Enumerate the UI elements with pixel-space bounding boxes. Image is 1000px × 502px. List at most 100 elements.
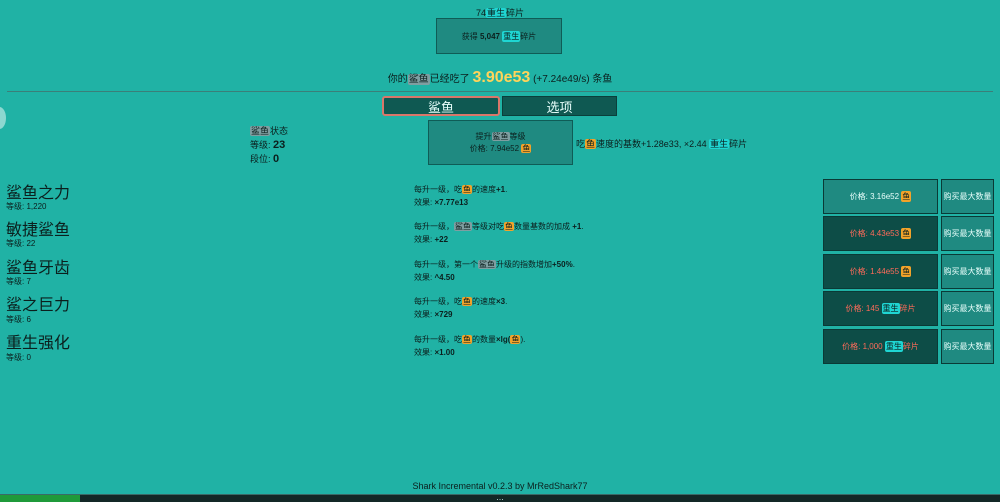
- fish-amount: 3.90e53: [472, 69, 531, 86]
- upgrade-buy-button[interactable]: 价格: 1.44e55 鱼: [823, 254, 938, 289]
- rebirth-tag: 重生: [881, 303, 900, 314]
- upgrade-effect: 效果: ×7.77e13: [414, 197, 468, 208]
- desc-mid: 速度的基数+1.28e33, ×2.44: [596, 139, 707, 149]
- desc-text: .: [581, 222, 584, 231]
- shark-tier-row: 段位: 0: [250, 152, 288, 166]
- level-up-price: 价格: 7.94e52 鱼: [470, 143, 532, 155]
- fish-line-prefix: 你的: [387, 74, 408, 85]
- upgrade-description: 每升一级，鲨鱼等级对吃鱼数量基数的加成 +1.: [414, 221, 584, 232]
- effect-value: ×729: [434, 310, 453, 319]
- tier-value: 0: [273, 153, 280, 165]
- fish-line-suffix: 条鱼: [592, 74, 613, 85]
- shark-level-row: 等级: 23: [250, 138, 288, 152]
- upgrade-level: 等级: 0: [6, 353, 31, 362]
- upgrade-name: 重生强化: [6, 335, 71, 352]
- buy-max-button[interactable]: 购买最大数量: [941, 291, 994, 326]
- price-text: 价格: 145: [845, 304, 880, 313]
- buy-max-button[interactable]: 购买最大数量: [941, 179, 994, 214]
- upgrade-buy-button[interactable]: 价格: 3.16e52 鱼: [823, 179, 938, 214]
- desc-bold: ×lg(: [496, 335, 511, 344]
- upgrade-level: 等级: 22: [6, 239, 36, 248]
- upgrade-description: 每升一级，第一个鲨鱼升级的指数增加+50%.: [414, 259, 575, 270]
- upgrade-description: 每升一级，吃鱼的数量×lg(鱼).: [414, 334, 525, 345]
- desc-text: 每升一级，吃: [414, 335, 462, 344]
- fish-eaten-summary: 你的鲨鱼已经吃了 3.90e53 (+7.24e49/s) 条鱼: [0, 69, 1000, 87]
- upgrade-buy-button[interactable]: 价格: 1,000 重生 碎片: [823, 329, 938, 364]
- side-panel-handle[interactable]: [0, 107, 6, 129]
- fish-tag: 鱼: [462, 185, 472, 194]
- level-up-title: 提升鲨鱼等级: [476, 131, 526, 143]
- desc-suffix: 碎片: [729, 139, 748, 149]
- desc-bold: ×3: [496, 297, 506, 306]
- effect-value: ×7.77e13: [434, 198, 469, 207]
- effect-label: 效果:: [414, 310, 435, 319]
- upgrade-description: 每升一级，吃鱼的速度×3.: [414, 296, 507, 307]
- price-text: 价格: 1.44e55: [849, 267, 900, 276]
- shark-tag: 鲨鱼: [250, 126, 271, 136]
- tab-options[interactable]: 选项: [502, 96, 617, 116]
- upgrade-level: 等级: 6: [6, 315, 31, 324]
- fish-tag: 鱼: [901, 228, 912, 239]
- fish-tag: 鱼: [462, 297, 472, 306]
- rebirth-tag: 重生: [884, 341, 903, 352]
- upgrade-buy-button[interactable]: 价格: 4.43e53 鱼: [823, 216, 938, 251]
- level-up-description: 吃鱼速度的基数+1.28e33, ×2.44 重生碎片: [576, 137, 747, 150]
- desc-bold: +1: [496, 185, 506, 194]
- shark-tag: 鲨鱼: [478, 260, 496, 269]
- price-value: 7.94e52: [490, 143, 520, 153]
- shark-tag: 鲨鱼: [454, 222, 472, 231]
- desc-bold: +1: [572, 222, 582, 231]
- shark-status-panel: 鲨鱼状态 等级: 23 段位: 0: [250, 124, 288, 166]
- buy-max-button[interactable]: 购买最大数量: [941, 216, 994, 251]
- upgrade-effect: 效果: ^4.50: [414, 272, 455, 283]
- desc-text: .: [505, 297, 508, 306]
- upgrade-name: 鲨鱼之力: [6, 185, 71, 202]
- desc-text: 升级的指数增加: [496, 260, 552, 269]
- shards-amount: 74: [475, 8, 486, 18]
- desc-text: 每升一级，吃: [414, 297, 462, 306]
- upgrade-effect: 效果: ×729: [414, 309, 452, 320]
- desc-bold: +50%: [552, 260, 573, 269]
- effect-value: ^4.50: [434, 273, 455, 282]
- desc-text: .: [572, 260, 575, 269]
- desc-text: .: [505, 185, 508, 194]
- rebirth-button-prefix: 获得: [461, 31, 478, 41]
- tier-label: 段位:: [250, 154, 271, 164]
- level-up-shark-button[interactable]: 提升鲨鱼等级 价格: 7.94e52 鱼: [428, 120, 573, 165]
- desc-text: 每升一级，吃: [414, 185, 462, 194]
- effect-value: +22: [434, 235, 449, 244]
- buy-max-button[interactable]: 购买最大数量: [941, 329, 994, 364]
- rebirth-tag: 重生: [485, 8, 506, 18]
- fish-tag: 鱼: [901, 191, 912, 202]
- effect-label: 效果:: [414, 235, 435, 244]
- status-title-suffix: 状态: [270, 126, 289, 136]
- upgrade-effect: 效果: +22: [414, 234, 448, 245]
- price-suffix: 碎片: [902, 342, 919, 351]
- desc-text: ).: [520, 335, 526, 344]
- effect-label: 效果:: [414, 273, 435, 282]
- rebirth-button-suffix: 碎片: [520, 31, 537, 41]
- rebirth-button-amount: 5,047: [479, 31, 501, 41]
- rebirth-button[interactable]: 获得 5,047 重生 碎片: [436, 18, 562, 54]
- effect-value: ×1.00: [434, 348, 455, 357]
- level-label: 等级:: [250, 140, 271, 150]
- fish-rate: (+7.24e49/s): [533, 74, 590, 85]
- price-text: 价格: 1,000: [842, 342, 883, 351]
- upgrade-buy-button[interactable]: 价格: 145 重生 碎片: [823, 291, 938, 326]
- level-up-prefix: 提升: [475, 131, 492, 141]
- version-credit: Shark Incremental v0.2.3 by MrRedShark77: [412, 481, 588, 491]
- upgrade-description: 每升一级，吃鱼的速度+1.: [414, 184, 507, 195]
- desc-prefix: 吃: [576, 139, 586, 149]
- desc-text: 的数量: [472, 335, 496, 344]
- desc-text: 每升一级，: [414, 222, 454, 231]
- effect-label: 效果:: [414, 348, 435, 357]
- desc-text: 每升一级，第一个: [414, 260, 478, 269]
- shark-tag: 鲨鱼: [407, 74, 430, 85]
- price-label: 价格:: [469, 143, 488, 153]
- upgrade-name: 鲨之巨力: [6, 297, 71, 314]
- tab-shark[interactable]: 鲨鱼: [382, 96, 500, 116]
- shards-suffix: 碎片: [506, 8, 525, 18]
- desc-text: 的速度: [472, 297, 496, 306]
- shark-tag: 鲨鱼: [491, 131, 510, 141]
- buy-max-button[interactable]: 购买最大数量: [941, 254, 994, 289]
